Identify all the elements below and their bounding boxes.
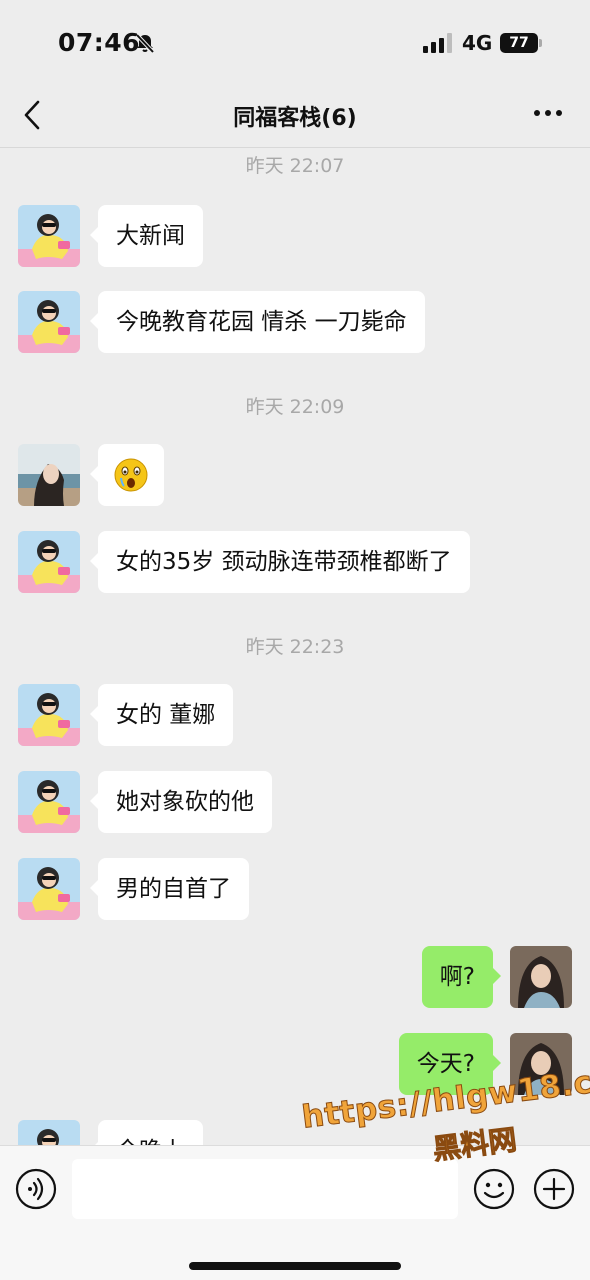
home-indicator[interactable] — [189, 1262, 401, 1270]
cartoon-girl-avatar[interactable] — [18, 531, 80, 593]
emoji-icon[interactable] — [473, 1168, 515, 1210]
bell-slash-icon — [135, 33, 155, 54]
timestamp: 昨天 22:23 — [245, 636, 345, 658]
cartoon-girl-avatar[interactable] — [18, 684, 80, 746]
self-photo-avatar[interactable] — [510, 946, 572, 1008]
message-bubble[interactable] — [90, 444, 164, 506]
cartoon-girl-avatar[interactable] — [18, 205, 80, 267]
message-input[interactable] — [72, 1159, 458, 1219]
message-list[interactable]: 昨天 22:07 大新闻 今晚教育花园 情杀 一刀毙命 昨天 22:09 女的3… — [0, 149, 590, 1145]
self-photo-avatar[interactable] — [510, 1033, 572, 1095]
message-bubble-outgoing[interactable]: 啊? — [421, 946, 502, 1008]
network-type: 4G — [462, 31, 493, 55]
cartoon-girl-avatar[interactable] — [18, 858, 80, 920]
cartoon-girl-avatar[interactable] — [18, 771, 80, 833]
message-bubble[interactable]: 今晚教育花园 情杀 一刀毙命 — [90, 291, 425, 353]
battery-level: 77 — [500, 33, 538, 53]
more-dots-icon[interactable] — [532, 103, 564, 123]
input-bar — [0, 1145, 590, 1280]
status-bar: 07:46 4G 77 — [0, 0, 590, 88]
message-bubble[interactable]: 今晚上 — [90, 1120, 203, 1145]
battery-icon: 77 — [500, 33, 542, 53]
timestamp: 昨天 22:07 — [245, 155, 345, 177]
chat-title: 同福客栈(6) — [233, 106, 357, 131]
beach-photo-avatar[interactable] — [18, 444, 80, 506]
shocked-face-emoji — [114, 458, 148, 492]
message-bubble[interactable]: 男的自首了 — [90, 858, 249, 920]
message-bubble[interactable]: 女的 董娜 — [89, 684, 234, 746]
chat-header: 同福客栈(6) — [0, 88, 590, 148]
timestamp: 昨天 22:09 — [245, 396, 345, 418]
voice-icon[interactable] — [15, 1168, 57, 1210]
message-bubble-outgoing[interactable]: 今天? — [398, 1033, 502, 1095]
cartoon-girl-avatar[interactable] — [18, 1120, 80, 1145]
message-bubble[interactable]: 大新闻 — [90, 205, 203, 267]
cartoon-girl-avatar[interactable] — [18, 291, 80, 353]
plus-icon[interactable] — [533, 1168, 575, 1210]
message-bubble[interactable]: 女的35岁 颈动脉连带颈椎都断了 — [90, 531, 470, 593]
message-bubble[interactable]: 她对象砍的他 — [90, 771, 272, 833]
status-time: 07:46 — [58, 28, 141, 57]
signal-icon — [423, 33, 452, 53]
